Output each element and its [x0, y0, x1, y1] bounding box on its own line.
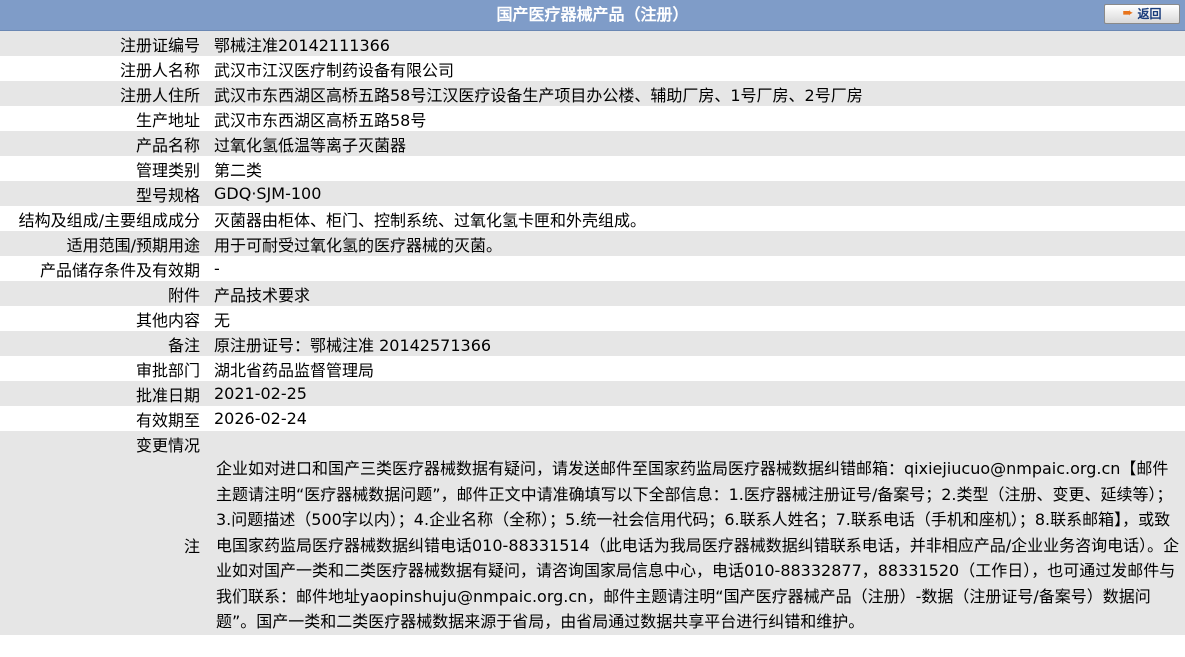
note-row: 注企业如对进口和国产三类医疗器械数据有疑问，请发送邮件至国家药监局医疗器械数据纠…	[0, 456, 1185, 635]
field-value: 灭菌器由柜体、柜门、控制系统、过氧化氢卡匣和外壳组成。	[214, 210, 647, 230]
table-row: 注册人住所 武汉市东西湖区高桥五路58号江汉医疗设备生产项目办公楼、辅助厂房、1号…	[0, 81, 1185, 106]
table-row: 结构及组成/主要组成成分 灭菌器由柜体、柜门、控制系统、过氧化氢卡匣和外壳组成。	[0, 206, 1185, 231]
field-value: 武汉市东西湖区高桥五路58号	[214, 110, 427, 130]
table-row: 变更情况	[0, 431, 1185, 456]
field-label: 注册人名称	[119, 60, 200, 80]
field-label: 有效期至	[135, 410, 200, 430]
back-button-label: 返回	[1137, 7, 1162, 21]
table-row: 注册证编号 鄂械注准20142111366	[0, 31, 1185, 56]
detail-table: 注册证编号 鄂械注准20142111366 注册人名称 武汉市江汉医疗制药设备有限公司…	[0, 31, 1185, 635]
field-value: 用于可耐受过氧化氢的医疗器械的灭菌。	[214, 235, 503, 255]
field-value: 2026-02-24	[214, 409, 307, 428]
field-label: 型号规格	[135, 185, 200, 205]
field-label: 批准日期	[135, 385, 200, 405]
field-label: 备注	[167, 335, 200, 355]
field-label: 结构及组成/主要组成成分	[18, 210, 200, 230]
table-row: 产品储存条件及有效期 -	[0, 256, 1185, 281]
back-button[interactable]: ➨ 返回	[1104, 4, 1180, 24]
table-row: 批准日期 2021-02-25	[0, 381, 1185, 406]
field-value: GDQ·SJM-100	[214, 184, 322, 203]
field-value: -	[214, 259, 220, 278]
note-label: 注	[183, 537, 200, 557]
table-row: 备注 原注册证号：鄂械注准 20142571366	[0, 331, 1185, 356]
page-title: 国产医疗器械产品（注册）	[496, 5, 689, 24]
field-label: 管理类别	[135, 160, 200, 180]
field-value: 鄂械注准20142111366	[214, 35, 390, 55]
field-label: 审批部门	[135, 360, 200, 380]
field-value: 武汉市东西湖区高桥五路58号江汉医疗设备生产项目办公楼、辅助厂房、1号厂房、2号…	[214, 85, 863, 105]
field-value: 湖北省药品监督管理局	[214, 360, 375, 380]
title-bar: 国产医疗器械产品（注册） ➨ 返回	[0, 0, 1185, 31]
table-row: 其他内容无	[0, 306, 1185, 331]
table-row: 型号规格 GDQ·SJM-100	[0, 181, 1185, 206]
field-value: 原注册证号：鄂械注准 20142571366	[214, 335, 492, 355]
table-row: 适用范围/预期用途 用于可耐受过氧化氢的医疗器械的灭菌。	[0, 231, 1185, 256]
field-label: 附件	[167, 285, 200, 305]
field-label: 生产地址	[135, 110, 200, 130]
table-row: 注册人名称 武汉市江汉医疗制药设备有限公司	[0, 56, 1185, 81]
field-label: 产品名称	[135, 135, 200, 155]
field-label: 注册证编号	[119, 35, 200, 55]
field-value: 产品技术要求	[214, 285, 311, 305]
field-label: 产品储存条件及有效期	[39, 260, 200, 280]
note-text: 企业如对进口和国产三类医疗器械数据有疑问，请发送邮件至国家药监局医疗器械数据纠错…	[216, 459, 1180, 631]
field-label: 变更情况	[135, 435, 200, 455]
table-row: 审批部门 湖北省药品监督管理局	[0, 356, 1185, 381]
arrow-right-icon: ➨	[1122, 6, 1134, 21]
table-row: 产品名称 过氧化氢低温等离子灭菌器	[0, 131, 1185, 156]
field-value: 无	[214, 310, 231, 330]
field-value: 第二类	[214, 160, 263, 180]
field-value	[204, 431, 1185, 456]
table-row: 附件 产品技术要求	[0, 281, 1185, 306]
field-label: 其他内容	[135, 310, 200, 330]
table-row: 管理类别 第二类	[0, 156, 1185, 181]
table-row: 有效期至 2026-02-24	[0, 406, 1185, 431]
field-value: 2021-02-25	[214, 384, 307, 403]
table-row: 生产地址 武汉市东西湖区高桥五路58号	[0, 106, 1185, 131]
field-value: 武汉市江汉医疗制药设备有限公司	[214, 60, 455, 80]
field-label: 注册人住所	[119, 85, 200, 105]
field-label: 适用范围/预期用途	[66, 235, 200, 255]
field-value: 过氧化氢低温等离子灭菌器	[214, 135, 407, 155]
